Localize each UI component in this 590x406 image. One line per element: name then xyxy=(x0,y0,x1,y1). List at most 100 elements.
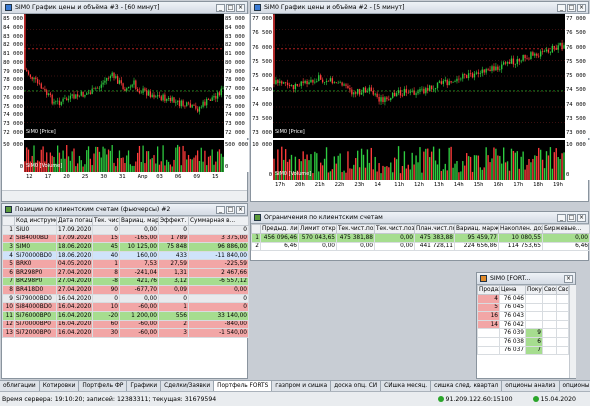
close-icon[interactable]: × xyxy=(236,205,245,214)
column-header[interactable]: Эффект. цена xyxy=(158,216,189,226)
candle-body xyxy=(456,78,458,82)
table-row[interactable]: 13 Si72000BP0 16.04.2020 30 -60,00 3 -1 540,00 xyxy=(2,328,249,338)
column-header[interactable]: Дата погаш. xyxy=(56,216,93,226)
volume-chart[interactable]: SiM0 [Volume] xyxy=(273,140,565,180)
column-header[interactable]: Суммарная в... xyxy=(188,216,249,226)
column-header[interactable]: Тек.чист.поз. xyxy=(336,224,375,234)
workspace-tab[interactable]: Портфель FORTS xyxy=(214,381,273,391)
table-row[interactable]: 2 SiB4000BD 17.09.2020 15 -165,00 1 789 3 375,… xyxy=(2,233,249,244)
chart-scrollbar[interactable] xyxy=(2,190,247,201)
column-header[interactable] xyxy=(251,224,261,234)
column-header[interactable]: Код инструмента xyxy=(14,216,57,226)
candle-body xyxy=(177,100,179,102)
positions-table[interactable]: Код инструментаДата погаш.Тек. чистая по… xyxy=(2,216,249,338)
close-icon[interactable]: × xyxy=(564,274,573,283)
column-header[interactable]: Покупка xyxy=(525,285,543,295)
table-row[interactable]: 9 Si79000BD0 16.04.2020 0 0,00 0 0 xyxy=(2,293,249,304)
chart-window-60min[interactable]: SIM0 График цены и объёма #3 - [60 минут… xyxy=(1,1,249,202)
price-chart[interactable]: SiM0 [Price] xyxy=(273,12,565,138)
maximize-icon[interactable]: □ xyxy=(567,3,576,12)
volume-bar xyxy=(127,150,130,172)
workspace-tab[interactable]: сишка след. квартал xyxy=(431,381,503,391)
order-book-row[interactable]: 14 76 042 xyxy=(477,319,569,330)
maximize-icon[interactable]: □ xyxy=(226,3,235,12)
table-row[interactable]: 1 SiU0 17.09.2020 0 0,00 0 0 xyxy=(2,225,249,235)
workspace-tab[interactable]: Сделки/Заявки xyxy=(161,381,215,391)
close-icon[interactable]: × xyxy=(577,3,586,12)
table-row[interactable]: 6 BR298P0 27.04.2020 8 -241,04 1,31 2 467,66 xyxy=(2,267,249,278)
table-row[interactable]: 8 BR418D0 27.04.2020 90 -677,70 0,09 0,00 xyxy=(2,285,249,295)
workspace-tab[interactable]: СИшка месяц. xyxy=(381,381,432,391)
table-row[interactable]: 2 6,46 0,00 0,00 0,00 441 728,11 224 656,86 114… xyxy=(251,241,590,252)
order-book-row[interactable]: 76 038 6 xyxy=(477,336,569,347)
table-cell: 10 080,55 xyxy=(498,233,543,243)
order-book-row[interactable]: 76 037 7 xyxy=(477,345,569,356)
volume-bar xyxy=(97,146,99,172)
chart-window-5min-titlebar[interactable]: SiM0 График цены и объёма #2 - [5 минут]… xyxy=(251,2,588,14)
close-icon[interactable]: × xyxy=(236,3,245,12)
axis-tick-label: 77 000 xyxy=(225,86,245,93)
column-header[interactable]: Своя п xyxy=(542,285,557,295)
maximize-icon[interactable]: □ xyxy=(567,213,576,222)
minimize-icon[interactable]: _ xyxy=(557,213,566,222)
order-book-window[interactable]: SIM0 [FORT... × ПродажЦенаПокупкаСвоя пС… xyxy=(476,272,576,379)
table-row[interactable]: 5 BRK0 04.05.2020 1 7,53 27,59 -225,59 xyxy=(2,259,249,269)
table-row[interactable]: 3 SIM0 18.06.2020 45 10 125,00 75 848 96 886,0… xyxy=(2,242,249,252)
column-header[interactable]: Тек. чистая поз. xyxy=(92,216,120,226)
table-row[interactable]: 11 Si76000BP0 16.04.2020 -20 1 200,00 556 33 1… xyxy=(2,310,249,321)
minimize-icon[interactable]: _ xyxy=(216,3,225,12)
price-chart[interactable]: SiM0 [Price] xyxy=(24,12,224,138)
volume-bar xyxy=(104,148,106,172)
order-book-table[interactable]: ПродажЦенаПокупкаСвоя пСво 476 046576 04… xyxy=(477,285,569,356)
column-header[interactable]: Вариац. маржа xyxy=(119,216,159,226)
table-row[interactable]: 10 Si84000BD0 16.04.2020 10 -60,00 1 0 xyxy=(2,302,249,312)
column-header[interactable]: Сво xyxy=(556,285,569,295)
order-book-row[interactable]: 5 76 045 xyxy=(477,302,569,313)
positions-window[interactable]: Позиции по клиентским счетам (фьючерсы) … xyxy=(1,203,249,379)
candle-body xyxy=(109,76,111,79)
column-header[interactable]: Вариац. маржа xyxy=(454,224,499,234)
chart-window-60min-titlebar[interactable]: SIM0 График цены и объёма #3 - [60 минут… xyxy=(2,2,247,14)
limits-table[interactable]: Предыд. лимит откр. поз.Лимит откр. поз.… xyxy=(251,224,590,252)
order-book-scrollbar[interactable] xyxy=(569,285,576,378)
order-book-row[interactable]: 76 039 9 xyxy=(477,328,569,338)
volume-bar xyxy=(337,155,339,180)
close-icon[interactable]: × xyxy=(577,213,586,222)
column-header[interactable]: Лимит откр. поз. xyxy=(298,224,337,234)
workspace-tab[interactable]: облигации xyxy=(0,381,40,391)
column-header[interactable]: Продаж xyxy=(477,285,500,295)
order-book-titlebar[interactable]: SIM0 [FORT... × xyxy=(477,273,575,285)
workspace-tab[interactable]: доска опц. СИ xyxy=(331,381,382,391)
workspace-tab[interactable]: опционы анализ xyxy=(502,381,560,391)
positions-titlebar[interactable]: Позиции по клиентским счетам (фьючерсы) … xyxy=(2,204,247,216)
column-header[interactable] xyxy=(2,216,15,226)
column-header[interactable]: Накоплен. доход xyxy=(498,224,543,234)
maximize-icon[interactable]: □ xyxy=(226,205,235,214)
workspace-tab[interactable]: опционы РТС xyxy=(560,381,590,391)
volume-chart[interactable]: SiM0 [Volume] xyxy=(24,140,224,172)
column-header[interactable]: Предыд. лимит откр. поз. xyxy=(260,224,299,234)
column-header[interactable]: Биржевые... xyxy=(542,224,590,234)
table-cell: 11 xyxy=(2,310,15,321)
workspace-tab[interactable]: Графики xyxy=(127,381,162,391)
column-header[interactable]: Тек.чист.поз. (под заявки) xyxy=(374,224,415,234)
candle-body xyxy=(314,81,316,83)
limits-titlebar[interactable]: Ограничения по клиентским счетам _ □ × xyxy=(251,212,588,224)
column-header[interactable]: План.чист.поз. xyxy=(414,224,455,234)
column-header[interactable]: Цена xyxy=(499,285,526,295)
order-book-row[interactable]: 4 76 046 xyxy=(477,294,569,304)
workspace-tab[interactable]: Котировки xyxy=(40,381,80,391)
order-book-row[interactable]: 16 76 043 xyxy=(477,311,569,321)
volume-bar xyxy=(364,167,367,180)
volume-bar xyxy=(501,163,503,180)
workspace-tab[interactable]: газпром и сишка xyxy=(272,381,332,391)
chart-window-5min[interactable]: SiM0 График цены и объёма #2 - [5 минут]… xyxy=(250,1,590,202)
limits-window[interactable]: Ограничения по клиентским счетам _ □ × Пре… xyxy=(250,211,590,261)
minimize-icon[interactable]: _ xyxy=(216,205,225,214)
table-row[interactable]: 7 BR298P0 27.04.2020 -8 421,76 3,12 -6 557,12 xyxy=(2,276,249,287)
minimize-icon[interactable]: _ xyxy=(557,3,566,12)
table-row[interactable]: 12 Si70000BP0 16.04.2020 60 -60,00 2 -840,00 xyxy=(2,319,249,330)
table-row[interactable]: 1 456 096,46 570 043,65 475 381,88 0,00 475 3… xyxy=(251,233,590,243)
workspace-tab[interactable]: Портфель ФР xyxy=(79,381,128,391)
table-row[interactable]: 4 Si70000BD0 18.06.2020 40 160,00 433 -11 840,… xyxy=(2,250,249,261)
